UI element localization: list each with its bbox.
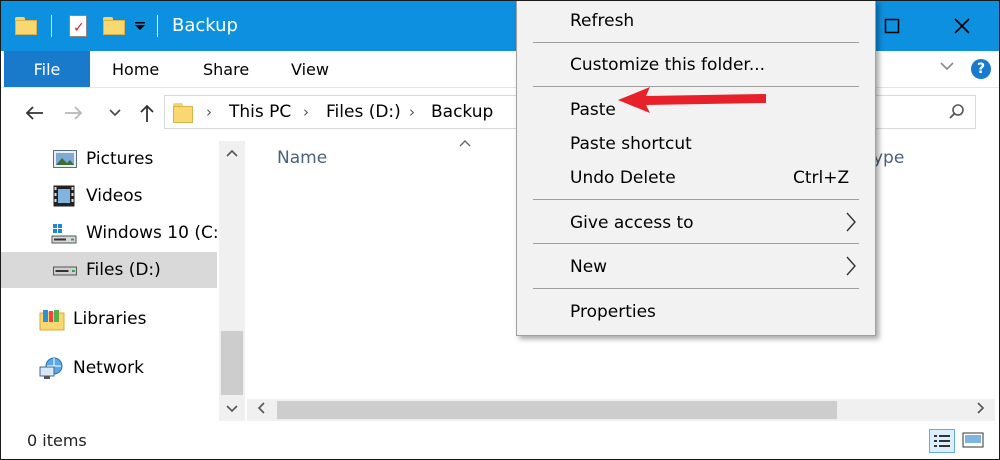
breadcrumb-separator-icon: › bbox=[303, 103, 309, 121]
recent-locations-button[interactable] bbox=[105, 87, 125, 139]
scroll-left-icon[interactable] bbox=[249, 399, 273, 421]
menu-separator bbox=[533, 199, 859, 200]
forward-button[interactable] bbox=[59, 87, 89, 139]
up-button[interactable] bbox=[133, 87, 161, 139]
menu-separator bbox=[533, 288, 859, 289]
quick-access-folder-icon[interactable] bbox=[15, 1, 37, 51]
menu-label: Paste bbox=[570, 100, 616, 120]
menu-separator bbox=[533, 42, 859, 43]
forward-arrow-icon bbox=[65, 106, 83, 120]
menu-label: New bbox=[570, 257, 608, 277]
explorer-window: ✓ Backup File Home Share View ? › This P… bbox=[0, 0, 1000, 460]
menu-item-paste-shortcut[interactable]: Paste shortcut bbox=[517, 128, 875, 160]
nav-label: Libraries bbox=[73, 309, 147, 329]
breadcrumb-backup[interactable]: Backup bbox=[431, 101, 493, 123]
nav-item-windows-c[interactable]: Windows 10 (C:) bbox=[1, 215, 225, 251]
up-arrow-icon bbox=[140, 104, 154, 122]
back-button[interactable] bbox=[19, 87, 49, 139]
menu-item-give-access[interactable]: Give access to bbox=[517, 207, 875, 239]
window-title: Backup bbox=[172, 15, 238, 36]
column-header-name[interactable]: Name bbox=[277, 148, 327, 168]
menu-separator bbox=[533, 243, 859, 244]
menu-shortcut: Ctrl+Z bbox=[793, 168, 850, 188]
scroll-right-icon[interactable] bbox=[969, 399, 993, 421]
network-icon bbox=[39, 357, 63, 379]
properties-icon[interactable]: ✓ bbox=[69, 1, 87, 51]
breadcrumb-separator-icon: › bbox=[206, 103, 212, 121]
scrollbar-thumb[interactable] bbox=[277, 401, 837, 419]
quick-access-separator bbox=[51, 1, 52, 51]
breadcrumb-this-pc[interactable]: This PC bbox=[229, 101, 291, 123]
menu-label: Refresh bbox=[570, 11, 635, 31]
scroll-down-icon[interactable] bbox=[219, 397, 245, 421]
menu-item-new[interactable]: New bbox=[517, 251, 875, 283]
details-view-icon bbox=[934, 435, 950, 447]
nav-label: Windows 10 (C:) bbox=[86, 223, 226, 243]
context-menu: Refresh Customize this folder... Paste P… bbox=[516, 1, 876, 336]
menu-label: Customize this folder... bbox=[570, 55, 766, 75]
expand-ribbon-chevron-icon[interactable] bbox=[939, 59, 955, 75]
close-icon bbox=[954, 18, 970, 34]
nav-item-network[interactable]: Network bbox=[1, 350, 217, 386]
nav-item-pictures[interactable]: Pictures bbox=[1, 141, 217, 177]
menu-item-customize-folder[interactable]: Customize this folder... bbox=[517, 49, 875, 81]
tab-view[interactable]: View bbox=[291, 51, 329, 87]
tab-share[interactable]: Share bbox=[203, 51, 249, 87]
new-folder-icon[interactable] bbox=[103, 1, 125, 51]
pictures-icon bbox=[53, 150, 77, 168]
nav-item-files-d[interactable]: Files (D:) bbox=[1, 252, 217, 288]
breadcrumb-files-d[interactable]: Files (D:) bbox=[326, 101, 401, 123]
nav-label: Videos bbox=[86, 186, 143, 206]
nav-label: Network bbox=[73, 358, 144, 378]
menu-label: Give access to bbox=[570, 213, 694, 233]
tab-home[interactable]: Home bbox=[112, 51, 159, 87]
large-icons-view-button[interactable] bbox=[961, 429, 987, 453]
menu-label: Paste shortcut bbox=[570, 134, 692, 154]
menu-item-refresh[interactable]: Refresh bbox=[517, 5, 875, 37]
submenu-chevron-icon bbox=[846, 212, 856, 232]
close-button[interactable] bbox=[939, 1, 985, 51]
maximize-icon bbox=[884, 18, 900, 34]
tab-file[interactable]: File bbox=[4, 51, 90, 87]
videos-icon bbox=[53, 185, 75, 207]
menu-label: Properties bbox=[570, 302, 656, 322]
menu-item-properties[interactable]: Properties bbox=[517, 296, 875, 328]
help-button[interactable]: ? bbox=[971, 59, 991, 79]
breadcrumb-separator-icon: › bbox=[409, 103, 415, 121]
nav-label: Pictures bbox=[86, 149, 154, 169]
navigation-pane: Pictures Videos Windows 10 (C:) Files (D… bbox=[1, 141, 225, 421]
annotation-arrow-icon bbox=[618, 87, 766, 113]
navigation-pane-scrollbar[interactable] bbox=[219, 141, 245, 421]
nav-item-libraries[interactable]: Libraries bbox=[1, 301, 217, 337]
libraries-icon bbox=[39, 310, 65, 331]
large-icons-view-icon bbox=[962, 432, 984, 448]
chevron-down-icon bbox=[109, 109, 121, 117]
status-bar: 0 items bbox=[1, 423, 999, 459]
windows-drive-icon bbox=[51, 224, 77, 244]
drive-icon bbox=[53, 266, 77, 276]
nav-item-videos[interactable]: Videos bbox=[1, 178, 217, 214]
menu-label: Undo Delete bbox=[570, 168, 676, 188]
nav-label: Files (D:) bbox=[86, 260, 161, 280]
scrollbar-thumb[interactable] bbox=[221, 331, 243, 395]
back-arrow-icon bbox=[25, 106, 43, 120]
details-view-button[interactable] bbox=[929, 429, 955, 453]
submenu-chevron-icon bbox=[846, 256, 856, 276]
scroll-up-icon[interactable] bbox=[219, 141, 245, 165]
menu-item-undo-delete[interactable]: Undo Delete Ctrl+Z bbox=[517, 162, 875, 194]
sort-ascending-icon bbox=[459, 135, 471, 151]
title-separator bbox=[157, 1, 158, 51]
search-icon[interactable] bbox=[948, 103, 966, 126]
customize-quick-access-icon[interactable] bbox=[133, 1, 147, 51]
item-count: 0 items bbox=[27, 431, 87, 450]
column-header-type[interactable]: ype bbox=[873, 148, 904, 168]
content-horizontal-scrollbar[interactable] bbox=[247, 399, 995, 421]
folder-icon bbox=[173, 103, 193, 123]
